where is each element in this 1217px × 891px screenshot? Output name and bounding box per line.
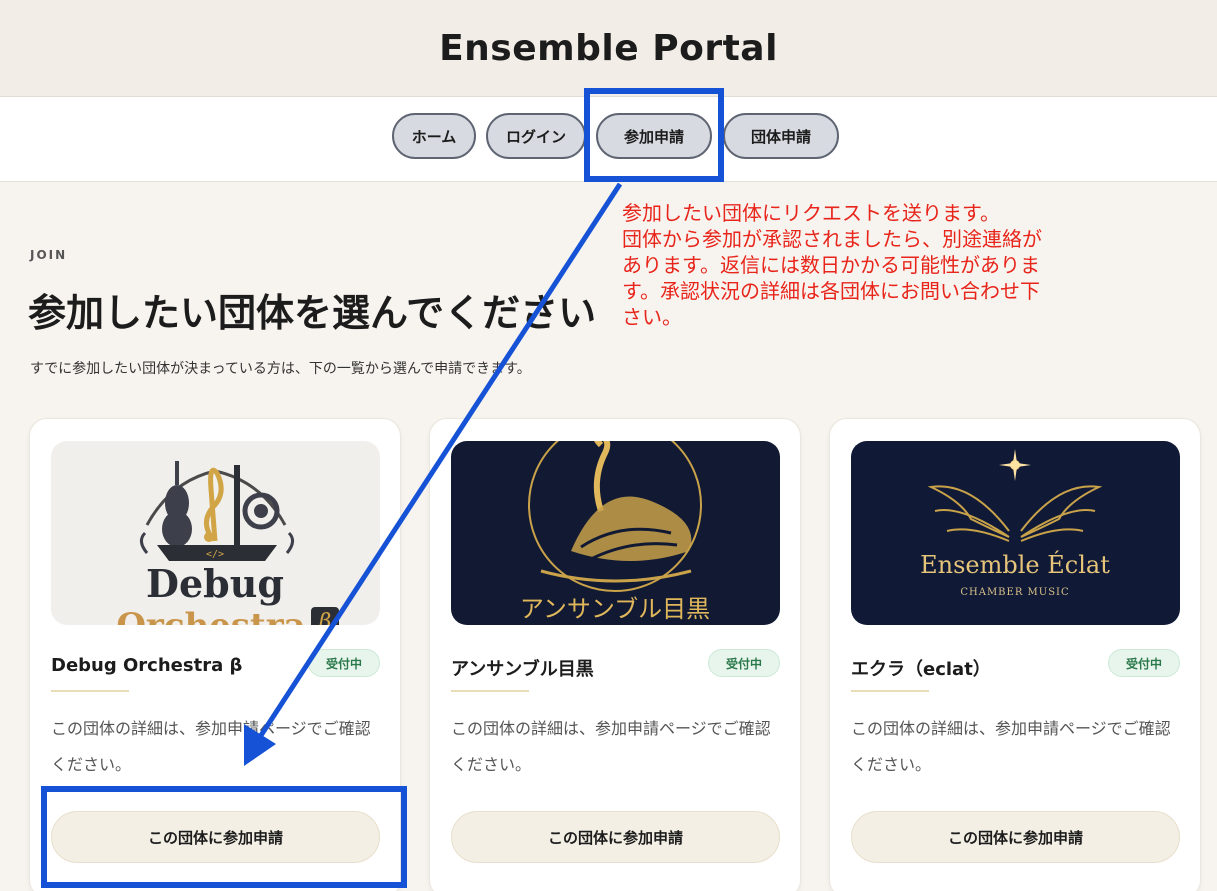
annotation-line: さい。 <box>622 305 682 329</box>
annotation-line: あります。返信には数日かかる可能性がありま <box>622 253 1040 277</box>
annotation-line: 参加したい団体にリクエストを送ります。 <box>622 201 1000 225</box>
annotation-note: 参加したい団体にリクエストを送ります。 団体から参加が承認されましたら、別途連絡… <box>622 200 1182 330</box>
annotation-arrow <box>244 182 623 766</box>
annotation-line: す。承認状況の詳細は各団体にお問い合わせ下 <box>622 279 1040 303</box>
annotation-line: 団体から参加が承認されましたら、別途連絡が <box>622 227 1042 251</box>
